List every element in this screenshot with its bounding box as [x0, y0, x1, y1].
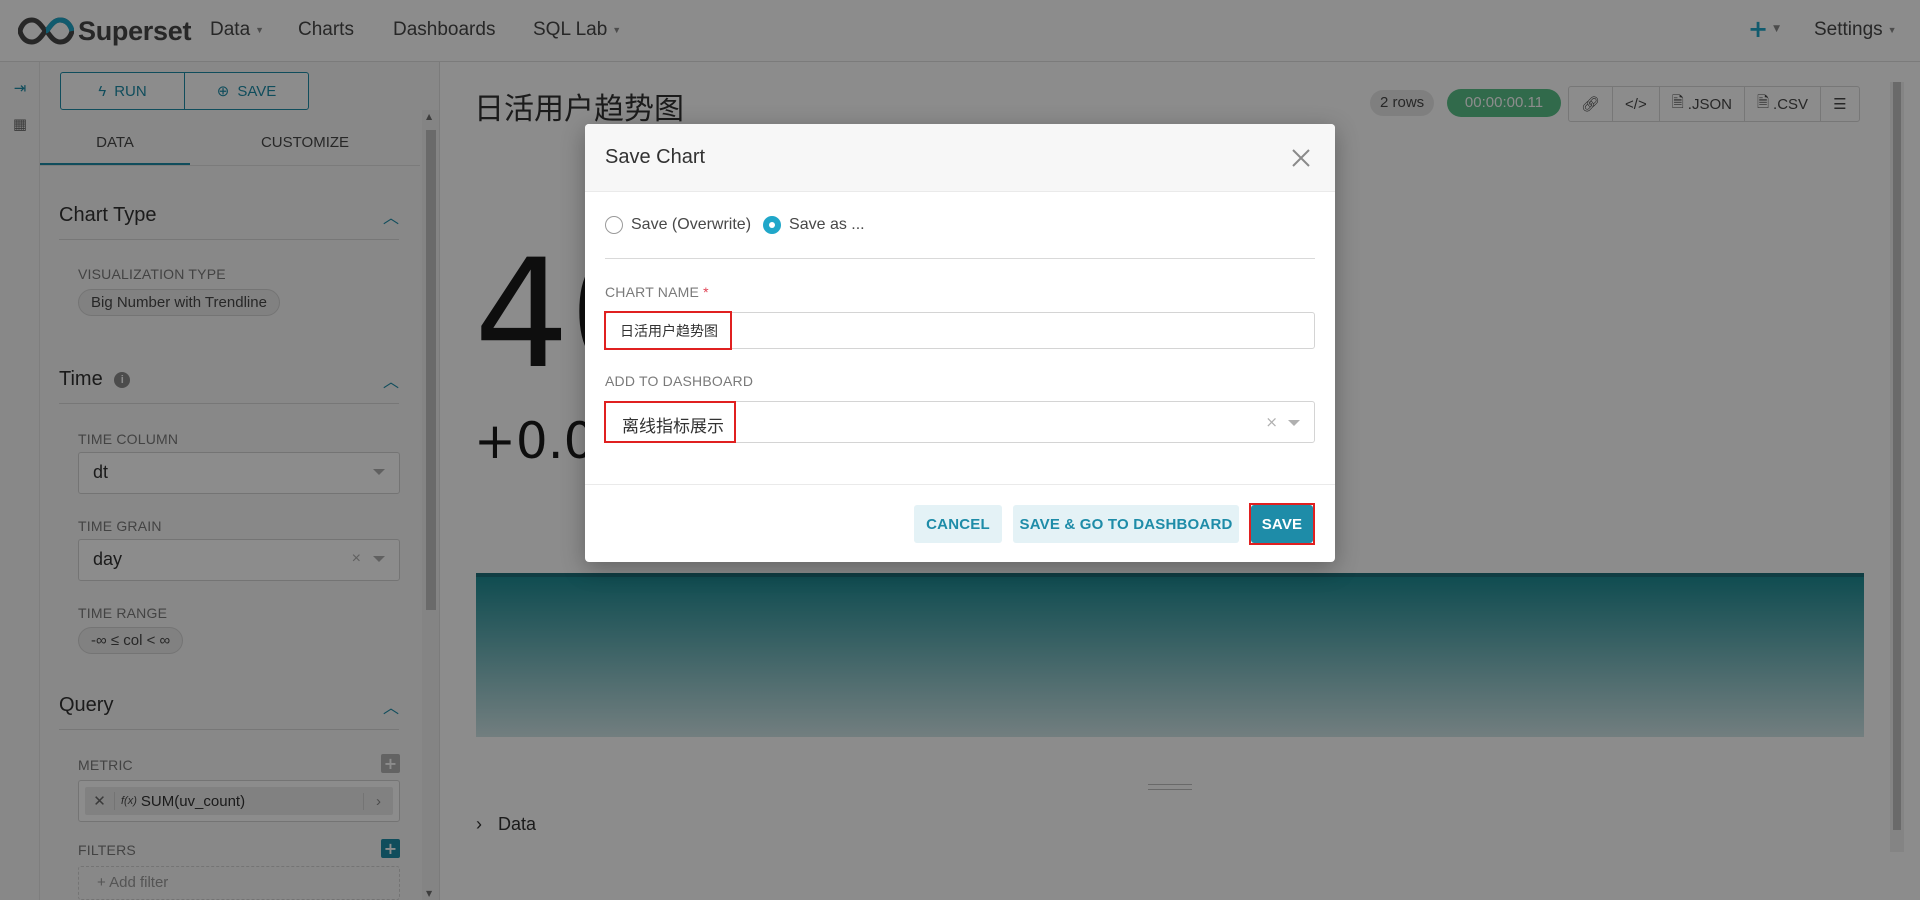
radio-save-overwrite[interactable]: [605, 216, 623, 234]
footer-divider: [585, 484, 1335, 485]
radio-label-save-as[interactable]: Save as ...: [789, 216, 865, 234]
chart-name-label: CHART NAME *: [605, 284, 709, 300]
modal-header: Save Chart: [585, 124, 1335, 192]
clear-icon[interactable]: ×: [1265, 413, 1278, 431]
modal-save-button[interactable]: SAVE: [1251, 505, 1313, 543]
modal-title: Save Chart: [605, 146, 706, 168]
close-icon[interactable]: [1289, 146, 1313, 170]
chart-name-label-text: CHART NAME: [605, 284, 700, 300]
dropdown-arrow-icon: [1288, 420, 1300, 426]
chart-name-input[interactable]: [605, 312, 1315, 349]
required-marker: *: [703, 284, 709, 300]
save-chart-modal: Save Chart Save (Overwrite) Save as ... …: [585, 124, 1335, 562]
dashboard-value: 离线指标展示: [622, 417, 724, 437]
cancel-button[interactable]: CANCEL: [914, 505, 1002, 543]
radio-label-overwrite[interactable]: Save (Overwrite): [631, 216, 751, 234]
radio-save-as[interactable]: [763, 216, 782, 234]
dashboard-select[interactable]: 离线指标展示 ×: [605, 401, 1315, 443]
divider: [605, 258, 1315, 259]
dashboard-label: ADD TO DASHBOARD: [605, 373, 754, 389]
save-go-to-dashboard-button[interactable]: SAVE & GO TO DASHBOARD: [1013, 505, 1239, 543]
save-mode-radios: Save (Overwrite) Save as ...: [605, 216, 877, 234]
